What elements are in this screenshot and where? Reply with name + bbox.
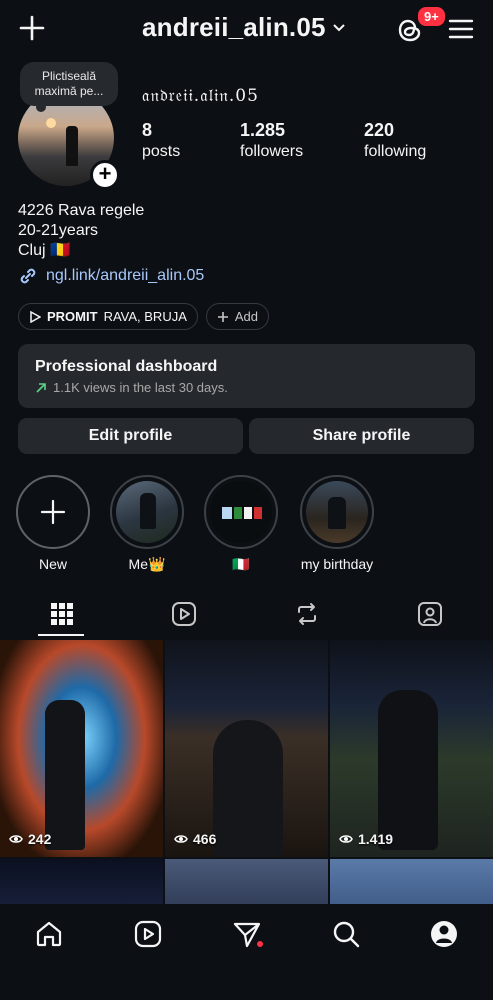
- view-count-value: 242: [28, 831, 52, 847]
- edit-profile-button[interactable]: Edit profile: [18, 418, 243, 454]
- home-icon[interactable]: [34, 919, 64, 949]
- stat-label: posts: [142, 143, 181, 160]
- profile-tabs: [0, 594, 493, 638]
- music-title: PROMIT: [47, 309, 98, 324]
- highlight-ring: [204, 475, 278, 549]
- post-tile[interactable]: 466: [165, 640, 328, 857]
- highlight-cover: [210, 481, 272, 543]
- highlight-label: Me👑: [128, 556, 166, 572]
- highlight-me[interactable]: Me👑: [109, 475, 185, 573]
- stat-label: following: [364, 143, 427, 160]
- highlight-label: New: [38, 556, 67, 572]
- dashboard-subtitle-row: 1.1K views in the last 30 days.: [35, 380, 458, 395]
- stat-value: 1.285: [240, 120, 286, 140]
- bio-line: 20-21years: [18, 222, 99, 239]
- post-tile[interactable]: 1.419: [330, 640, 493, 857]
- profile-actions: Edit profile Share profile: [18, 418, 474, 454]
- chevron-down-icon: [332, 23, 345, 31]
- highlight-ring: [300, 475, 374, 549]
- menu-icon[interactable]: [448, 17, 474, 41]
- bio-line: 4226 Rava regele: [18, 202, 145, 219]
- bio: 4226 Rava regele 20-21years Cluj 🇷🇴: [18, 201, 144, 261]
- search-icon[interactable]: [331, 919, 361, 949]
- view-count: 1.419: [339, 831, 393, 847]
- post-tile[interactable]: 242: [0, 640, 163, 857]
- note-bubble[interactable]: Plictiseală maximă pe...: [20, 62, 118, 112]
- highlight-ring: [110, 475, 184, 549]
- display-name: 𝔞𝔫𝔡𝔯𝔢𝔦𝔦.𝔞𝔩𝔦𝔫.05: [142, 86, 259, 106]
- unread-dot: [257, 941, 263, 947]
- music-chip[interactable]: PROMIT RAVA, BRUJA: [18, 303, 198, 330]
- reels-icon[interactable]: [133, 919, 163, 949]
- highlight-italy[interactable]: 🇮🇹: [203, 475, 279, 573]
- bottom-navigation: [0, 904, 493, 1000]
- trend-up-icon: [36, 382, 46, 393]
- play-icon: [30, 310, 41, 323]
- view-count-value: 466: [193, 831, 217, 847]
- account-switcher[interactable]: andreii_alin.05: [142, 12, 346, 43]
- stat-value: 8: [142, 120, 153, 140]
- view-count-value: 1.419: [358, 831, 394, 847]
- bio-line: Cluj 🇷🇴: [18, 242, 70, 259]
- reels-tab-icon[interactable]: [170, 600, 198, 628]
- highlight-cover: [306, 481, 368, 543]
- plus-icon: [40, 499, 66, 525]
- top-bar: andreii_alin.05 9+: [0, 0, 493, 58]
- share-profile-button[interactable]: Share profile: [249, 418, 474, 454]
- dashboard-subtitle: 1.1K views in the last 30 days.: [53, 380, 228, 395]
- add-story-icon[interactable]: +: [90, 160, 120, 190]
- bio-link[interactable]: ngl.link/andreii_alin.05: [18, 266, 204, 286]
- highlight-ring: [16, 475, 90, 549]
- view-count: 242: [9, 831, 51, 847]
- eye-icon: [174, 835, 188, 843]
- stat-followers[interactable]: 1.285 followers: [240, 120, 303, 161]
- highlight-birthday[interactable]: my birthday: [297, 475, 377, 572]
- link-text: ngl.link/andreii_alin.05: [46, 267, 205, 284]
- highlight-cover: [116, 481, 178, 543]
- eye-icon: [9, 835, 23, 843]
- active-tab-indicator: [38, 634, 84, 636]
- view-count: 466: [174, 831, 216, 847]
- eye-icon: [339, 835, 353, 843]
- create-plus-icon[interactable]: [18, 14, 46, 42]
- stat-posts[interactable]: 8 posts: [142, 120, 180, 161]
- grid-tab-icon[interactable]: [48, 600, 76, 628]
- music-artist: RAVA, BRUJA: [103, 309, 187, 324]
- highlight-label: my birthday: [300, 556, 374, 572]
- dashboard-title: Professional dashboard: [35, 358, 218, 375]
- highlight-label: 🇮🇹: [232, 556, 250, 572]
- reposts-tab-icon[interactable]: [293, 600, 321, 628]
- plus-icon: [217, 311, 228, 322]
- link-icon: [20, 268, 36, 284]
- highlight-new[interactable]: New: [15, 475, 91, 572]
- professional-dashboard[interactable]: Professional dashboard 1.1K views in the…: [18, 344, 475, 408]
- profile-chips: PROMIT RAVA, BRUJA Add: [18, 303, 270, 330]
- username-title: andreii_alin.05: [142, 12, 326, 42]
- add-chip[interactable]: Add: [205, 303, 270, 330]
- tagged-tab-icon[interactable]: [416, 600, 444, 628]
- add-chip-label: Add: [234, 309, 259, 324]
- profile-icon[interactable]: [429, 919, 459, 949]
- notification-badge: 9+: [416, 5, 447, 28]
- stat-label: followers: [240, 143, 304, 160]
- stat-value: 220: [364, 120, 395, 140]
- stat-following[interactable]: 220 following: [364, 120, 426, 161]
